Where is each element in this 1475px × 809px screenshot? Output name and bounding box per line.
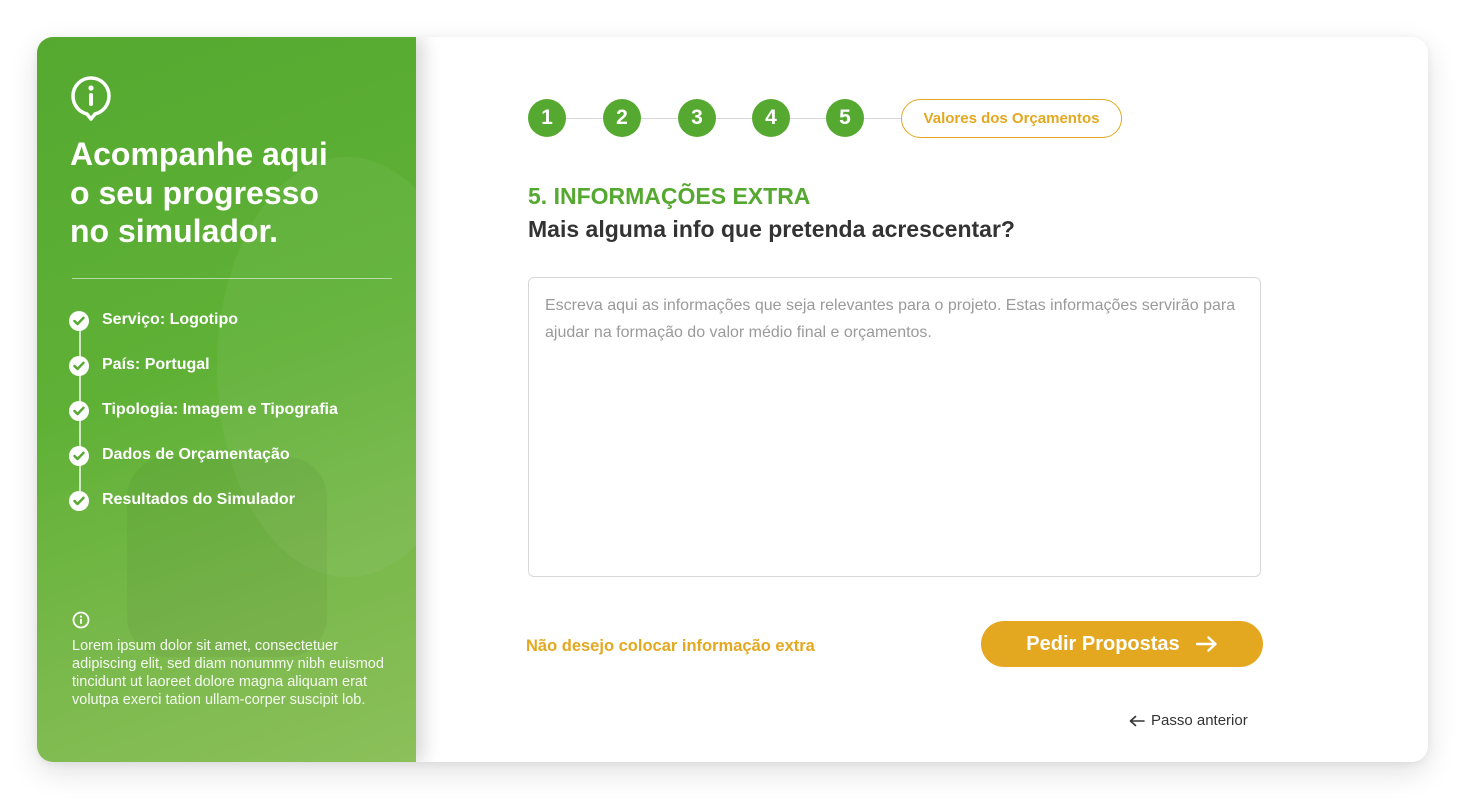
main-panel: 1 2 3 4 5 Valores dos Orçamentos 5. INFO…	[416, 37, 1428, 762]
skip-extra-info-link[interactable]: Não desejo colocar informação extra	[526, 637, 815, 656]
section-eyebrow: 5. INFORMAÇÕES EXTRA	[528, 183, 811, 209]
step-valores-orcamentos[interactable]: Valores dos Orçamentos	[901, 99, 1122, 138]
previous-step-link[interactable]: Passo anterior	[1129, 712, 1248, 729]
arrow-right-icon	[1195, 636, 1217, 652]
step-5[interactable]: 5	[826, 99, 864, 137]
progress-item-label: Tipologia: Imagem e Tipografia	[102, 401, 338, 418]
step-connector	[790, 118, 826, 119]
step-connector	[716, 118, 752, 119]
divider	[72, 278, 392, 279]
request-proposals-label: Pedir Propostas	[1026, 632, 1180, 655]
progress-item-dados: Dados de Orçamentação	[69, 444, 409, 489]
info-icon	[72, 611, 90, 629]
step-4[interactable]: 4	[752, 99, 790, 137]
section-title: Mais alguma info que pretenda acrescenta…	[528, 216, 1015, 242]
progress-item-label: Resultados do Simulador	[102, 491, 295, 508]
progress-item-pais: País: Portugal	[69, 354, 409, 399]
check-circle-icon	[69, 401, 89, 421]
progress-list: Serviço: Logotipo País: Portugal Tipolog…	[69, 309, 409, 534]
progress-item-label: País: Portugal	[102, 356, 210, 373]
progress-item-label: Serviço: Logotipo	[102, 311, 238, 328]
request-proposals-button[interactable]: Pedir Propostas	[981, 621, 1263, 667]
progress-sidebar: Acompanhe aqui o seu progresso no simula…	[37, 37, 416, 762]
step-2[interactable]: 2	[603, 99, 641, 137]
check-circle-icon	[69, 311, 89, 331]
stepper: 1 2 3 4 5 Valores dos Orçamentos	[528, 99, 1128, 139]
step-1[interactable]: 1	[528, 99, 566, 137]
check-circle-icon	[69, 491, 89, 511]
info-pin-icon	[71, 76, 111, 121]
check-circle-icon	[69, 356, 89, 376]
step-connector	[566, 118, 603, 119]
step-connector	[641, 118, 678, 119]
arrow-left-icon	[1129, 715, 1145, 726]
progress-item-tipologia: Tipologia: Imagem e Tipografia	[69, 399, 409, 444]
extra-info-textarea[interactable]	[528, 277, 1261, 577]
progress-item-label: Dados de Orçamentação	[102, 446, 290, 463]
sidebar-info-text: Lorem ipsum dolor sit amet, consectetuer…	[72, 638, 384, 708]
simulator-card: Acompanhe aqui o seu progresso no simula…	[37, 37, 1428, 762]
progress-item-servico: Serviço: Logotipo	[69, 309, 409, 354]
step-connector	[864, 118, 901, 119]
progress-item-resultados: Resultados do Simulador	[69, 489, 409, 534]
check-circle-icon	[69, 446, 89, 466]
sidebar-title: Acompanhe aqui o seu progresso no simula…	[70, 136, 328, 249]
previous-step-label: Passo anterior	[1151, 712, 1248, 729]
step-3[interactable]: 3	[678, 99, 716, 137]
